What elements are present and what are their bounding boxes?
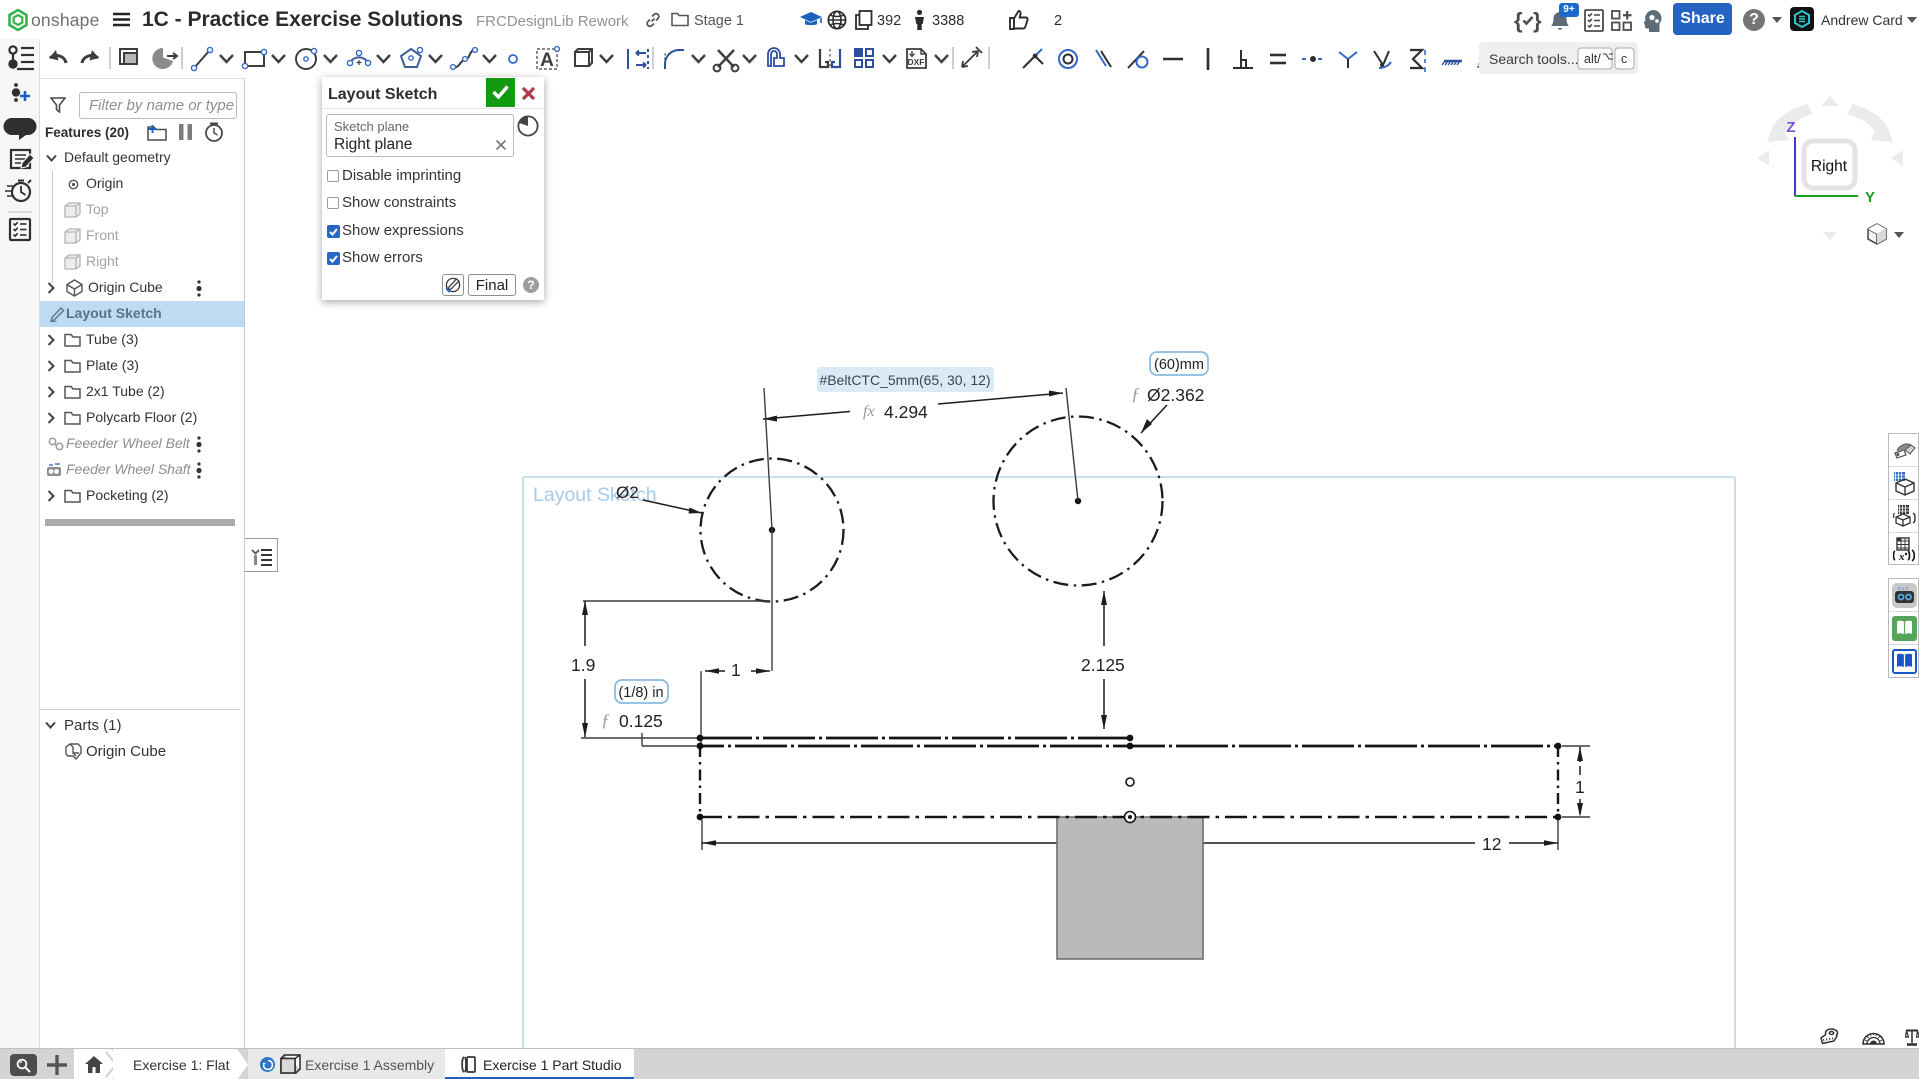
svg-text:12: 12 [1482,834,1501,854]
svg-text:DXF: DXF [908,57,925,67]
svg-text:c: c [1621,52,1627,66]
svg-text:Search tools...: Search tools... [1489,51,1579,67]
svg-text:}: } [1533,8,1542,33]
svg-text:0.125: 0.125 [619,711,663,731]
svg-text:Ø2: Ø2 [616,483,639,502]
svg-text:alt/: alt/ [1584,52,1601,66]
svg-text:1.9: 1.9 [571,655,595,675]
svg-text:#BeltCTC_5mm(65, 30, 12): #BeltCTC_5mm(65, 30, 12) [819,372,990,388]
svg-text:Y: Y [1865,189,1875,206]
svg-text:1: 1 [731,660,741,680]
svg-text:4.294: 4.294 [884,402,928,422]
svg-text:1: 1 [1575,777,1585,797]
svg-text:ƒ: ƒ [1131,384,1140,404]
svg-text:Ø2.362: Ø2.362 [1147,385,1204,405]
svg-text:Z: Z [1786,119,1795,136]
svg-text:2.125: 2.125 [1081,655,1125,675]
svg-text:(1/8) in: (1/8) in [618,685,663,701]
svg-text:(60)mm: (60)mm [1154,357,1204,373]
svg-text:0 1 0: 0 1 0 [1898,586,1909,591]
svg-text:ƒ: ƒ [601,710,610,730]
svg-text:{: { [1514,8,1523,33]
svg-text:A: A [540,50,554,71]
svg-text:Right: Right [1811,158,1848,175]
svg-text:fx: fx [863,403,875,420]
svg-text:x: x [1898,551,1905,562]
